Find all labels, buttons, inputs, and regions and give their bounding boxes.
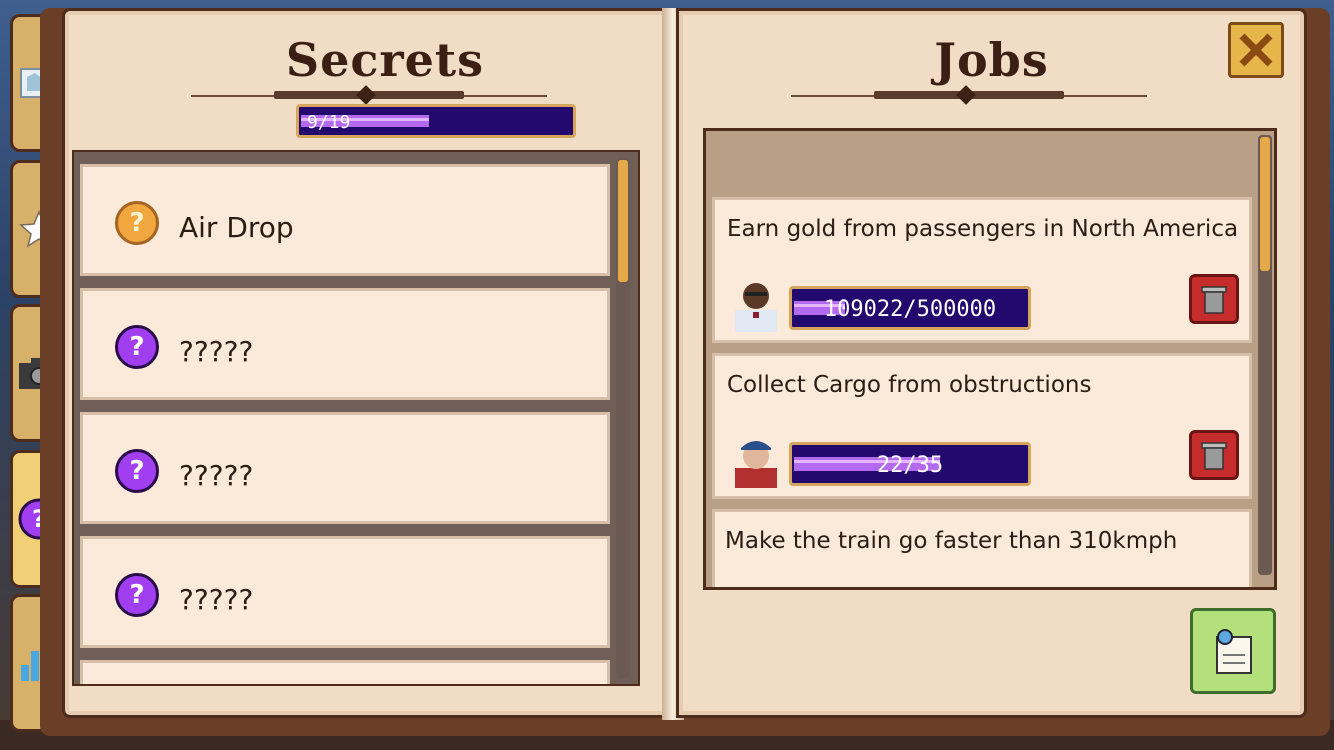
- question-gold-icon: ?: [115, 201, 159, 245]
- job-progress-label: 22/35: [876, 453, 944, 478]
- job-item[interactable]: Make the train go faster than 310kmph: [712, 509, 1252, 587]
- question-purple-icon: ?: [115, 325, 159, 369]
- list-item[interactable]: ? ?????: [80, 536, 610, 648]
- secret-label: ?????: [179, 459, 254, 492]
- secret-label: ?????: [179, 335, 254, 368]
- jobs-scrollbar[interactable]: [1258, 135, 1272, 575]
- list-item[interactable]: ? ?????: [80, 288, 610, 400]
- close-x-icon: [1239, 33, 1273, 67]
- secrets-progress-bar: 9/19: [296, 104, 576, 138]
- list-item[interactable]: ? Air Drop: [80, 164, 610, 276]
- job-progress-bar: 109022/500000: [789, 286, 1031, 330]
- jobs-title: Jobs: [934, 33, 1049, 87]
- scroll-thumb[interactable]: [1260, 137, 1270, 271]
- job-title: Make the train go faster than 310kmph: [725, 528, 1178, 554]
- scroll-thumb[interactable]: [618, 160, 628, 282]
- list-item[interactable]: ? ?????: [80, 412, 610, 524]
- journal-button[interactable]: [1190, 608, 1276, 694]
- notepad-icon: [1216, 629, 1252, 674]
- job-item[interactable]: Earn gold from passengers in North Ameri…: [712, 197, 1252, 343]
- secrets-list[interactable]: ? Air Drop ? ????? ? ????? ? ?????: [72, 150, 640, 686]
- job-title: Earn gold from passengers in North Ameri…: [727, 216, 1239, 242]
- trash-icon: [1201, 442, 1227, 470]
- worker-cap-avatar: [735, 441, 777, 488]
- title-divider: [791, 91, 1147, 99]
- delete-job-button[interactable]: [1189, 430, 1239, 480]
- title-divider: [191, 91, 547, 99]
- secrets-title: Secrets: [285, 33, 485, 87]
- secrets-scrollbar[interactable]: [616, 158, 630, 678]
- secret-label: ?????: [179, 583, 254, 616]
- list-item[interactable]: [80, 660, 610, 684]
- job-item[interactable]: Collect Cargo from obstructions 22/35: [712, 353, 1252, 499]
- job-progress-bar: 22/35: [789, 442, 1031, 486]
- delete-job-button[interactable]: [1189, 274, 1239, 324]
- secret-label: Air Drop: [179, 211, 294, 244]
- question-purple-icon: ?: [115, 449, 159, 493]
- businessman-avatar: [735, 283, 777, 332]
- trash-icon: [1201, 286, 1227, 314]
- question-purple-icon: ?: [115, 573, 159, 617]
- jobs-list[interactable]: Earn gold from passengers in North Ameri…: [703, 128, 1277, 590]
- close-button[interactable]: [1228, 22, 1284, 78]
- secrets-progress-label: 9/19: [307, 112, 351, 133]
- job-title: Collect Cargo from obstructions: [727, 372, 1092, 398]
- job-progress-label: 109022/500000: [823, 297, 997, 322]
